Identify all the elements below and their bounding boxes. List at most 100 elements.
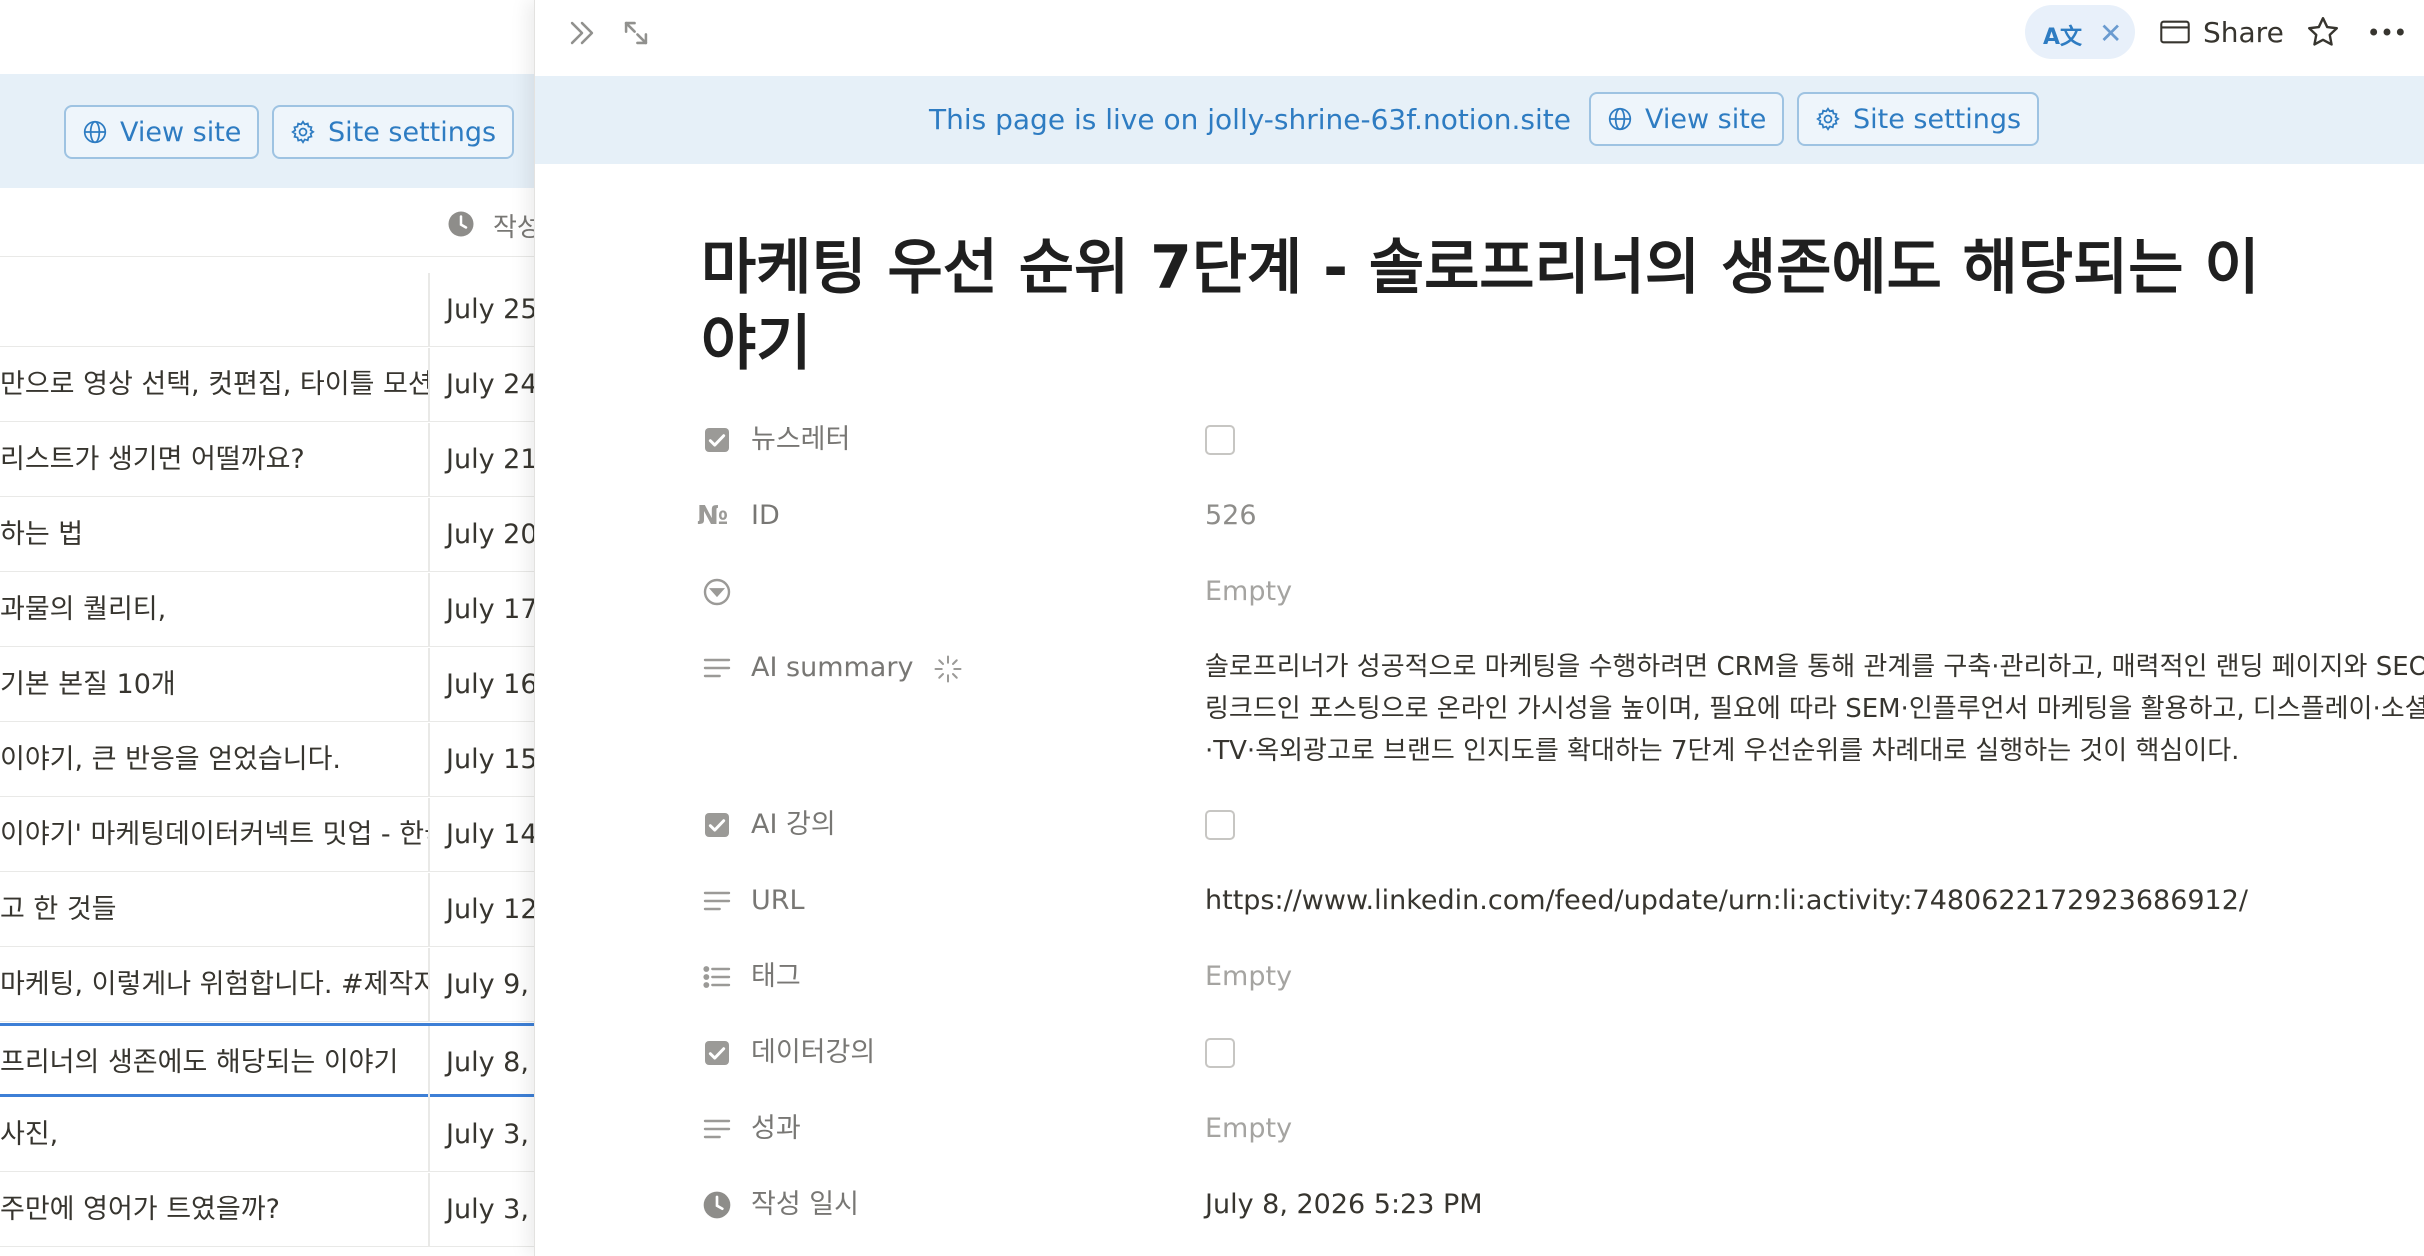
row-date: July 24 xyxy=(446,369,534,400)
column-divider xyxy=(428,423,430,497)
view-site-button[interactable]: View site xyxy=(1589,92,1785,146)
column-divider xyxy=(428,723,430,797)
more-options-icon[interactable] xyxy=(2367,16,2407,48)
row-title[interactable]: 과물의 퀄리티, xyxy=(0,573,428,647)
row-title[interactable]: 사진, xyxy=(0,1098,428,1172)
table-row[interactable]: 하는 법 July 20 xyxy=(0,498,534,572)
row-date: July 21 xyxy=(446,444,534,475)
expand-arrows-icon[interactable] xyxy=(619,16,653,50)
row-title[interactable]: 프리너의 생존에도 해당되는 이야기 xyxy=(0,1026,428,1100)
property-name: AI 강의 xyxy=(751,809,836,840)
column-header-created[interactable]: 작성 xyxy=(0,193,534,257)
bulleted-list-icon xyxy=(703,966,731,988)
result-value[interactable]: Empty xyxy=(1205,1113,1292,1145)
row-date: July 25 xyxy=(446,294,534,325)
number-sign-icon: № xyxy=(697,501,729,531)
clock-icon xyxy=(703,1191,731,1219)
property-name: AI summary xyxy=(751,652,914,683)
row-date: July 16 xyxy=(446,669,534,700)
page-title[interactable]: 마케팅 우선 순위 7단계 - 솔로프리너의 생존에도 해당되는 이야기 xyxy=(701,230,2301,382)
column-divider xyxy=(428,1173,430,1247)
site-settings-label: Site settings xyxy=(328,116,497,148)
row-date: July 3, xyxy=(446,1119,529,1150)
row-date: July 9, xyxy=(446,969,529,1000)
table-row[interactable]: 리스트가 생기면 어떨까요? July 21 xyxy=(0,423,534,497)
checkbox-property-icon xyxy=(705,813,729,837)
star-icon[interactable] xyxy=(2305,14,2341,50)
row-title[interactable]: 이야기' 마케팅데이터커넥트 밋업 - 한국 xyxy=(0,798,428,872)
row-date: July 20 xyxy=(446,519,534,550)
property-name: URL xyxy=(751,885,805,916)
data-lecture-checkbox[interactable] xyxy=(1205,1038,1235,1068)
row-title[interactable]: 이야기, 큰 반응을 얻었습니다. xyxy=(0,723,428,797)
row-title[interactable]: 만으로 영상 선택, 컷편집, 타이틀 모션 xyxy=(0,348,428,422)
view-site-label: View site xyxy=(120,116,242,148)
row-title[interactable]: 리스트가 생기면 어떨까요? xyxy=(0,423,428,497)
site-settings-button-left[interactable]: Site settings xyxy=(272,105,515,159)
gear-icon xyxy=(291,120,315,144)
property-name: 데이터강의 xyxy=(751,1037,876,1068)
url-value[interactable]: https://www.linkedin.com/feed/update/urn… xyxy=(1205,885,2248,917)
translate-pill[interactable]: A文 ✕ xyxy=(2025,5,2135,59)
row-date: July 3, xyxy=(446,1194,529,1225)
row-title[interactable]: 고 한 것들 xyxy=(0,873,428,947)
globe-icon xyxy=(1608,107,1632,131)
table-row[interactable]: 주만에 영어가 트였을까? July 3, xyxy=(0,1173,534,1247)
newsletter-checkbox[interactable] xyxy=(1205,425,1235,455)
property-name: 작성 일시 xyxy=(751,1189,859,1220)
table-row[interactable]: 이야기' 마케팅데이터커넥트 밋업 - 한국 July 14 xyxy=(0,798,534,872)
close-icon[interactable]: ✕ xyxy=(2099,17,2122,50)
ai-summary-value[interactable]: 솔로프리너가 성공적으로 마케팅을 수행하려면 CRM을 통해 관계를 구축·관… xyxy=(1205,646,2424,772)
column-divider xyxy=(428,573,430,647)
view-site-button-left[interactable]: View site xyxy=(64,105,260,159)
property-name: 태그 xyxy=(751,961,801,992)
text-lines-icon xyxy=(703,1119,731,1139)
checkbox-property-icon xyxy=(705,428,729,452)
peek-topbar: A文 ✕ Share xyxy=(535,0,2424,74)
property-name: 성과 xyxy=(751,1113,801,1144)
site-settings-button[interactable]: Site settings xyxy=(1797,92,2040,146)
table-row[interactable]: 기본 본질 10개 July 16 xyxy=(0,648,534,722)
column-divider xyxy=(428,1098,430,1172)
row-title[interactable]: 주만에 영어가 트였을까? xyxy=(0,1173,428,1247)
ai-sparkle-icon[interactable] xyxy=(933,654,963,684)
row-date: July 17 xyxy=(446,594,534,625)
table-row[interactable]: 마케팅, 이렇게나 위험합니다. #제작지원 July 9, xyxy=(0,948,534,1022)
row-date: July 14 xyxy=(446,819,534,850)
double-chevron-right-icon[interactable] xyxy=(565,16,599,50)
column-divider xyxy=(428,348,430,422)
site-settings-label: Site settings xyxy=(1853,103,2022,135)
row-title[interactable]: 마케팅, 이렇게나 위험합니다. #제작지원 xyxy=(0,948,428,1022)
column-divider xyxy=(428,498,430,572)
share-label: Share xyxy=(2203,15,2284,49)
table-row[interactable]: 이야기, 큰 반응을 얻었습니다. July 15 xyxy=(0,723,534,797)
database-table-background: View site Site settings 작성 July 25 만으로 영상… xyxy=(0,0,534,1256)
table-row[interactable]: 프리너의 생존에도 해당되는 이야기 July 8, xyxy=(0,1023,534,1100)
status-value[interactable]: Empty xyxy=(1205,576,1292,608)
column-divider xyxy=(428,1026,430,1100)
row-title[interactable]: 기본 본질 10개 xyxy=(0,648,428,722)
column-divider xyxy=(428,273,430,347)
row-title[interactable] xyxy=(0,273,428,347)
table-row[interactable]: 사진, July 3, xyxy=(0,1098,534,1172)
table-row[interactable]: 고 한 것들 July 12 xyxy=(0,873,534,947)
row-title[interactable]: 하는 법 xyxy=(0,498,428,572)
translate-icon[interactable]: A文 xyxy=(2043,19,2082,51)
table-row[interactable]: July 25 xyxy=(0,273,534,347)
row-date: July 8, xyxy=(446,1047,529,1078)
column-divider xyxy=(428,648,430,722)
table-row[interactable]: 만으로 영상 선택, 컷편집, 타이틀 모션 July 24 xyxy=(0,348,534,422)
created-value: July 8, 2026 5:23 PM xyxy=(1205,1189,1483,1220)
tags-value[interactable]: Empty xyxy=(1205,961,1292,993)
text-lines-icon xyxy=(703,658,731,678)
share-button[interactable]: Share xyxy=(2159,12,2284,52)
column-divider xyxy=(428,873,430,947)
ai-lecture-checkbox[interactable] xyxy=(1205,810,1235,840)
status-property-icon xyxy=(703,578,731,606)
text-lines-icon xyxy=(703,891,731,911)
table-row[interactable]: 과물의 퀄리티, July 17 xyxy=(0,573,534,647)
clock-icon xyxy=(448,211,474,237)
page-peek-panel: A文 ✕ Share This page is live on jolly-sh… xyxy=(534,0,2424,1256)
globe-icon xyxy=(83,120,107,144)
property-name: ID xyxy=(751,500,780,531)
